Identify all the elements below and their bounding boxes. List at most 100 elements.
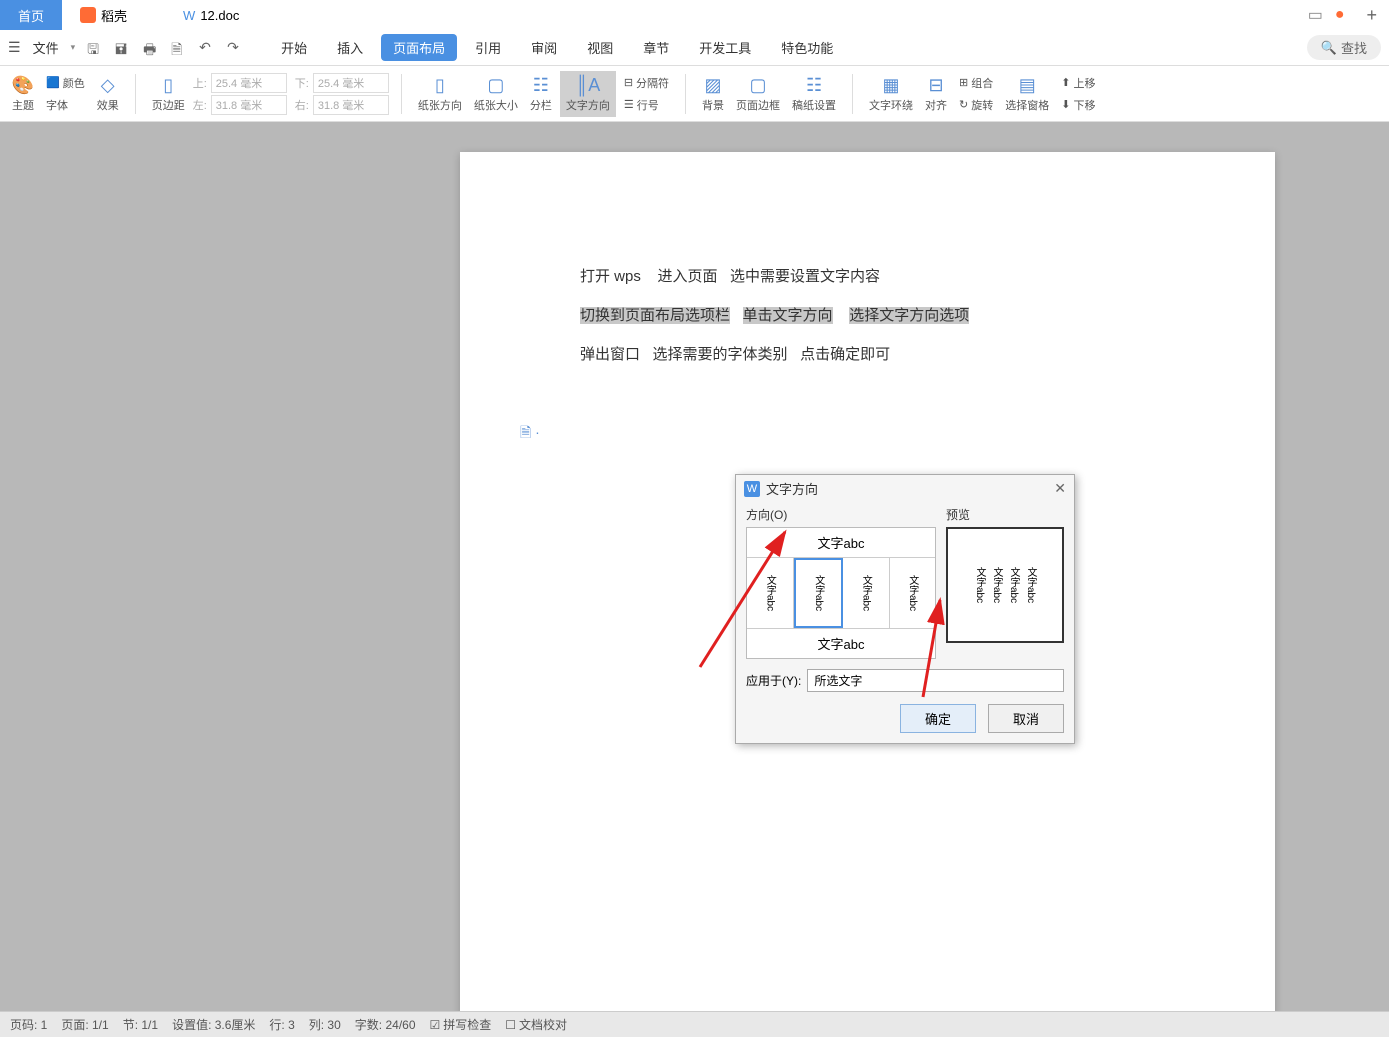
color-label: 颜色 — [63, 75, 85, 91]
print-preview-icon[interactable]: 🗎 — [171, 39, 189, 57]
search-box[interactable]: 🔍 查找 — [1307, 35, 1381, 60]
group-icon: ⊞ — [959, 76, 968, 89]
line-number-button[interactable]: ☰行号 — [620, 95, 673, 115]
file-menu[interactable]: 文件 — [27, 38, 65, 57]
tab-add-button[interactable]: + — [1354, 5, 1389, 26]
menutab-review[interactable]: 审阅 — [519, 34, 569, 61]
menutab-special[interactable]: 特色功能 — [769, 34, 845, 61]
color-button[interactable]: 🟦颜色 — [42, 73, 89, 93]
direction-option-horizontal-rot[interactable]: 文字abc — [747, 628, 935, 658]
search-label: 查找 — [1341, 38, 1367, 57]
font-label: 字体 — [46, 97, 68, 113]
color-icon: 🟦 — [46, 76, 60, 89]
columns-button[interactable]: ☷分栏 — [526, 73, 556, 115]
margin-bottom-input[interactable]: 25.4 毫米 — [313, 73, 389, 93]
background-button[interactable]: ▨背景 — [698, 73, 728, 115]
move-down-button[interactable]: ⬇下移 — [1057, 95, 1099, 115]
status-words[interactable]: 字数: 24/60 — [355, 1016, 416, 1033]
save-icon[interactable]: 🖫 — [87, 39, 105, 57]
tab-home[interactable]: 首页 — [0, 0, 62, 30]
text-wrap-label: 文字环绕 — [869, 97, 913, 113]
paragraph-marker-icon[interactable]: 🗎 · — [520, 422, 540, 446]
status-page[interactable]: 页面: 1/1 — [61, 1016, 108, 1033]
background-label: 背景 — [702, 97, 724, 113]
text-wrap-button[interactable]: ▦文字环绕 — [865, 73, 917, 115]
word-doc-icon: W — [183, 8, 195, 23]
menutab-chapter[interactable]: 章节 — [631, 34, 681, 61]
theme-label: 主题 — [12, 97, 34, 113]
select-pane-label: 选择窗格 — [1005, 97, 1049, 113]
undo-icon[interactable]: ↶ — [199, 39, 217, 57]
search-icon: 🔍 — [1321, 40, 1337, 56]
direction-option-horizontal[interactable]: 文字abc — [747, 528, 935, 558]
status-setting[interactable]: 设置值: 3.6厘米 — [172, 1016, 255, 1033]
text-direction-button[interactable]: ║A文字方向 — [560, 71, 616, 117]
preview-text: 文字abc — [1006, 567, 1021, 603]
doc-text-selected: 切换到页面布局选项栏 — [580, 307, 730, 324]
tab-daoke[interactable]: 稻壳 — [62, 0, 145, 30]
draft-paper-button[interactable]: ☷稿纸设置 — [788, 73, 840, 115]
margin-right-input[interactable]: 31.8 毫米 — [313, 95, 389, 115]
move-up-button[interactable]: ⬆上移 — [1057, 73, 1099, 93]
apply-to-select[interactable]: 所选文字 — [807, 669, 1064, 692]
menutab-view[interactable]: 视图 — [575, 34, 625, 61]
ok-button[interactable]: 确定 — [900, 704, 976, 733]
menutab-start[interactable]: 开始 — [269, 34, 319, 61]
page-border-button[interactable]: ▢页面边框 — [732, 73, 784, 115]
tab-screen-icon[interactable]: ▭ — [1308, 5, 1323, 25]
tab-document[interactable]: W 12.doc — [165, 0, 257, 30]
page-border-label: 页面边框 — [736, 97, 780, 113]
page-margin-button[interactable]: ▯ 页边距 — [148, 73, 189, 115]
text-dir-icon: ║A — [577, 75, 599, 97]
menutab-reference[interactable]: 引用 — [463, 34, 513, 61]
menutab-insert[interactable]: 插入 — [325, 34, 375, 61]
doc-text-selected: 单击文字方向 — [743, 307, 833, 324]
margin-top-input[interactable]: 25.4 毫米 — [211, 73, 287, 93]
theme-button[interactable]: 🎨 主题 — [8, 73, 38, 115]
margin-top-label: 上: — [193, 75, 207, 91]
daoke-icon — [80, 7, 96, 23]
effect-icon: ◇ — [97, 75, 119, 97]
direction-label: 方向(O) — [746, 506, 936, 523]
status-row[interactable]: 行: 3 — [269, 1016, 294, 1033]
move-down-icon: ⬇ — [1061, 98, 1070, 111]
separator-button[interactable]: ⊟分隔符 — [620, 73, 673, 93]
effect-button[interactable]: ◇ 效果 — [93, 73, 123, 115]
select-pane-button[interactable]: ▤选择窗格 — [1001, 73, 1053, 115]
margin-left-label: 左: — [193, 97, 207, 113]
background-icon: ▨ — [702, 75, 724, 97]
status-section[interactable]: 节: 1/1 — [123, 1016, 158, 1033]
status-col[interactable]: 列: 30 — [309, 1016, 341, 1033]
menutab-page-layout[interactable]: 页面布局 — [381, 34, 457, 61]
status-proofread[interactable]: ☐文档校对 — [505, 1016, 567, 1033]
font-button[interactable]: 字体 — [42, 95, 89, 115]
redo-icon[interactable]: ↷ — [227, 39, 245, 57]
paper-dir-icon: ▯ — [429, 75, 451, 97]
direction-option-v3[interactable]: 文字abc — [843, 558, 890, 628]
direction-option-v4[interactable]: 文字abc — [890, 558, 936, 628]
tab-dot-icon[interactable]: ● — [1335, 6, 1345, 24]
doc-text: 点击确定即可 — [800, 346, 890, 363]
close-icon[interactable]: ✕ — [1054, 480, 1066, 497]
margin-left-input[interactable]: 31.8 毫米 — [211, 95, 287, 115]
align-button[interactable]: ⊟对齐 — [921, 73, 951, 115]
direction-option-v1[interactable]: 文字abc — [747, 558, 794, 628]
hamburger-icon[interactable]: ☰ — [8, 39, 21, 56]
dialog-titlebar[interactable]: W 文字方向 ✕ — [736, 475, 1074, 502]
rotate-button[interactable]: ↻旋转 — [955, 95, 997, 115]
menutab-developer[interactable]: 开发工具 — [687, 34, 763, 61]
select-pane-icon: ▤ — [1016, 75, 1038, 97]
cancel-button[interactable]: 取消 — [988, 704, 1064, 733]
paper-size-button[interactable]: ▢纸张大小 — [470, 73, 522, 115]
move-up-label: 上移 — [1073, 75, 1095, 91]
file-dropdown-icon[interactable]: ▾ — [71, 42, 76, 53]
direction-option-v2[interactable]: 文字abc — [794, 558, 844, 628]
dialog-title-text: 文字方向 — [766, 479, 818, 498]
print-icon[interactable]: 🖶 — [143, 39, 161, 57]
ribbon: 🎨 主题 🟦颜色 字体 ◇ 效果 ▯ 页边距 上:25.4 毫米 下:25.4 … — [0, 66, 1389, 122]
status-page-code[interactable]: 页码: 1 — [10, 1016, 47, 1033]
status-spellcheck[interactable]: ☑拼写检查 — [430, 1016, 492, 1033]
save-as-icon[interactable]: 🖬 — [115, 39, 133, 57]
paper-direction-button[interactable]: ▯纸张方向 — [414, 73, 466, 115]
group-button[interactable]: ⊞组合 — [955, 73, 997, 93]
